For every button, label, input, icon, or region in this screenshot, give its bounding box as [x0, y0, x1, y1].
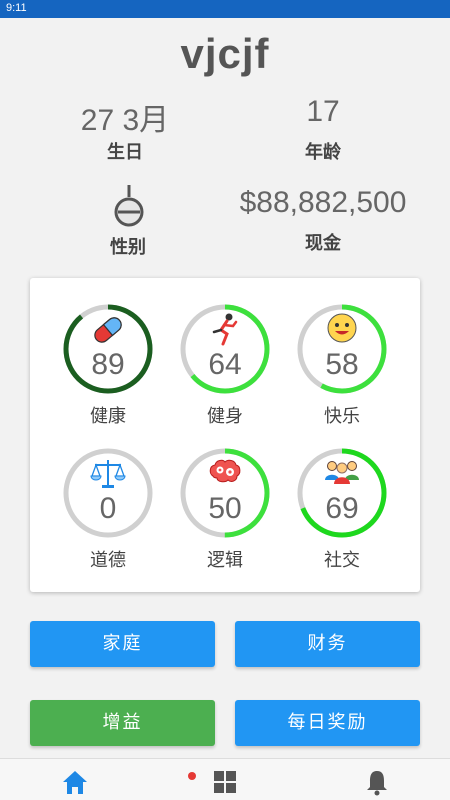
status-bar: 9:11 [0, 0, 450, 18]
scales-icon [90, 460, 126, 488]
male-symbol-icon [114, 185, 144, 227]
stat-value: 64 [208, 348, 242, 381]
running-man-icon [212, 313, 238, 346]
finance-button[interactable]: 财务 [235, 621, 420, 667]
stat-label: 快乐 [324, 406, 360, 427]
stat-label: 道德 [90, 550, 126, 571]
age-label: 年龄 [305, 142, 341, 163]
stats-card: 89 健康 64 健身 58 快乐 0 道德 50 逻辑 69 社交 [30, 278, 420, 592]
bottom-navigation [0, 758, 450, 800]
stat-label: 健身 [207, 406, 243, 427]
bell-icon[interactable] [362, 767, 392, 797]
cash-label: 现金 [305, 233, 341, 254]
stat-label: 社交 [324, 550, 360, 571]
stat-label: 健康 [90, 406, 126, 427]
pill-icon [94, 317, 122, 343]
stat-value: 0 [99, 492, 117, 525]
grid-icon[interactable] [210, 767, 240, 797]
stat-value: 50 [208, 492, 242, 525]
birthday-value: 27 3月 [80, 104, 170, 137]
stat-label: 逻辑 [207, 550, 243, 571]
notification-dot-icon [188, 772, 196, 780]
gender-label: 性别 [110, 237, 146, 258]
smiley-face-icon [327, 313, 357, 343]
stat-fitness[interactable]: 64 健身 [170, 304, 280, 444]
daily-reward-button[interactable]: 每日奖励 [235, 700, 420, 746]
brain-gears-icon [209, 459, 241, 483]
stat-value: 58 [325, 348, 359, 381]
boost-button[interactable]: 增益 [30, 700, 215, 746]
stat-health[interactable]: 89 健康 [53, 304, 163, 444]
stat-value: 89 [91, 348, 125, 381]
stat-value: 69 [325, 492, 359, 525]
status-time: 9:11 [6, 2, 27, 14]
stat-social[interactable]: 69 社交 [287, 448, 397, 588]
birthday-label: 生日 [107, 142, 143, 163]
stat-logic[interactable]: 50 逻辑 [170, 448, 280, 588]
family-button[interactable]: 家庭 [30, 621, 215, 667]
stat-morality[interactable]: 0 道德 [53, 448, 163, 588]
age-value: 17 [306, 95, 340, 128]
cash-value: $88,882,500 [239, 186, 407, 219]
people-group-icon [325, 461, 359, 484]
stat-happiness[interactable]: 58 快乐 [287, 304, 397, 444]
home-icon[interactable] [60, 767, 90, 797]
player-name: vjcjf [180, 30, 270, 77]
